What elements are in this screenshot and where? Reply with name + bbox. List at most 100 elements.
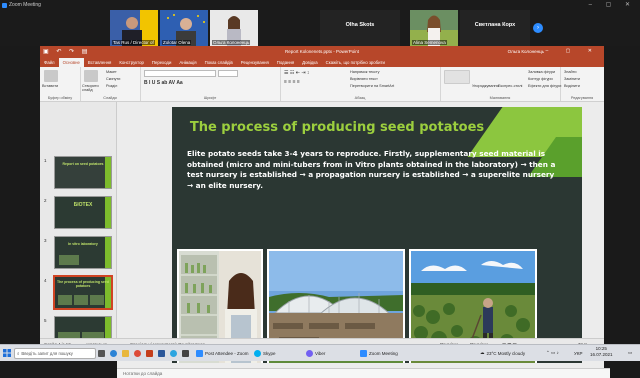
window-controls[interactable]: ‒ ▢ ✕ — [589, 1, 636, 8]
chrome-icon — [134, 349, 141, 357]
title-bar: ▣ ↶ ↷ ▤ Report Kolonenets.pptx - PowerPo… — [40, 46, 604, 58]
taskbar-app-skype[interactable]: Skype — [254, 348, 276, 358]
list-buttons[interactable]: ☰ ☷ ⇤ ⇥ ↕ — [284, 70, 309, 76]
current-slide[interactable]: The process of producing seed potatoes E… — [172, 107, 582, 363]
shape-outline-button[interactable]: Контур фігури — [528, 77, 553, 81]
tab-file[interactable]: Файл — [40, 60, 59, 65]
taskbar-search[interactable]: ⌕ Введіть запит для пошуку — [14, 348, 96, 359]
tab-review[interactable]: Рецензування — [237, 60, 273, 65]
layout-button[interactable]: Макет — [106, 70, 117, 74]
align-buttons[interactable]: ≡ ≡ ≡ ≡ — [284, 79, 300, 85]
slide-thumbnail[interactable]: БІОТЕХ — [54, 196, 112, 229]
participant-tile[interactable]: Tas Rus / Director of — [110, 10, 158, 46]
weather-widget[interactable]: ☁ 23°C Mostly cloudy — [480, 348, 525, 358]
replace-button[interactable]: Замінити — [564, 77, 580, 81]
tell-me-search[interactable]: Скажіть, що потрібно зробити — [322, 60, 389, 65]
thumb-number: 1 — [44, 158, 47, 163]
section-button[interactable]: Розділ — [106, 84, 117, 88]
group-label: Малювання — [489, 96, 511, 100]
taskbar-app-viber[interactable]: Viber — [306, 348, 325, 358]
paste-icon[interactable] — [44, 70, 58, 82]
select-button[interactable]: Виділити — [564, 84, 580, 88]
taskbar-app-zoom-meeting[interactable]: Zoom Meeting — [360, 348, 398, 358]
task-view-button[interactable] — [98, 348, 105, 358]
arrange-button[interactable]: Упорядкування — [472, 84, 499, 88]
slide-thumbnail[interactable]: Report on seed potatoes — [54, 156, 112, 189]
slide-body-text[interactable]: Elite potato seeds take 3-4 years to rep… — [187, 149, 557, 191]
tab-insert[interactable]: Вставлення — [84, 60, 115, 65]
next-participants-button[interactable]: › — [533, 23, 543, 33]
tab-help[interactable]: Довідка — [298, 60, 321, 65]
thumb-number: 5 — [44, 318, 47, 323]
word-icon — [158, 349, 165, 357]
smartart-button[interactable]: Перетворити на SmartArt — [350, 84, 394, 88]
taskbar-store[interactable] — [182, 348, 189, 358]
participant-tile[interactable]: Olha Skots — [320, 10, 400, 46]
participant-tile[interactable]: Ольга Колоненць — [210, 10, 258, 46]
find-button[interactable]: Знайти — [564, 70, 576, 74]
align-text-button[interactable]: Вирівняти текст — [350, 77, 378, 81]
participant-display-name: Olha Skots — [345, 22, 375, 28]
taskbar-chrome[interactable] — [134, 348, 141, 358]
drawing-group: Упорядкування Експрес-стилі Заливка фігу… — [440, 67, 561, 101]
tab-home[interactable]: Основне — [58, 58, 84, 67]
font-group: B I U S ab AV Aa Шрифт — [140, 67, 281, 101]
store-icon — [182, 349, 189, 357]
taskbar-explorer[interactable] — [122, 348, 129, 358]
notes-pane[interactable]: Нотатки до слайда — [117, 368, 610, 378]
text-direction-button[interactable]: Напрямок тексту — [350, 70, 380, 74]
slide-thumbnail-selected[interactable]: The process of producing seed potatoes — [53, 275, 113, 310]
taskbar-word[interactable] — [158, 348, 165, 358]
participant-tile[interactable]: Alina Semenova — [410, 10, 458, 46]
viber-icon — [306, 349, 313, 357]
taskbar-powerpoint[interactable] — [146, 348, 153, 358]
font-name-select[interactable] — [144, 70, 216, 77]
shape-fill-button[interactable]: Заливка фігури — [528, 70, 555, 74]
tray-icons[interactable]: ⌃ ▭ ♪ — [546, 348, 559, 358]
participant-name: Zolotar Olena — [162, 40, 192, 45]
thumb-number: 3 — [44, 238, 47, 243]
notification-icon: ▭ — [628, 350, 633, 355]
quick-styles-button[interactable]: Експрес-стилі — [498, 84, 522, 88]
taskbar-telegram[interactable] — [170, 348, 177, 358]
tab-view[interactable]: Подання — [273, 60, 298, 65]
thumb-number: 4 — [44, 278, 47, 283]
group-label: Редагування — [570, 96, 594, 100]
clipboard-group: Вставити Буфер обміну — [40, 67, 81, 101]
window-controls[interactable]: ‒ ▢ ✕ — [546, 48, 600, 54]
ribbon: Вставити Буфер обміну Створити слайд Мак… — [40, 67, 604, 102]
slide-thumbnail[interactable]: In vitro laboratory — [54, 236, 112, 269]
shapes-gallery[interactable] — [444, 70, 470, 84]
group-label: Слайди — [103, 96, 117, 100]
tab-transitions[interactable]: Переходи — [148, 60, 175, 65]
tab-slideshow[interactable]: Показ слайдів — [201, 60, 237, 65]
user-name[interactable]: Ольга Колоненць — [508, 49, 544, 54]
shape-effects-button[interactable]: Ефекти для фігури — [528, 84, 561, 88]
participant-name: Tas Rus / Director of — [112, 40, 155, 45]
task-view-icon — [98, 349, 105, 357]
slide-title[interactable]: The process of producing seed potatoes — [172, 120, 502, 135]
participant-display-name: Светлана Корх — [474, 22, 516, 28]
zoom-icon — [196, 349, 203, 357]
clock[interactable]: 10:25 16.07.2021 — [590, 346, 613, 357]
start-button[interactable] — [3, 348, 11, 358]
participant-tile[interactable]: Zolotar Olena — [160, 10, 208, 46]
tab-animations[interactable]: Анімація — [175, 60, 200, 65]
thumb-photo — [90, 295, 104, 305]
windows-icon — [3, 349, 11, 357]
taskbar-edge[interactable] — [110, 348, 117, 358]
group-label: Абзац — [354, 96, 366, 100]
participant-tile[interactable]: Светлана Корх — [460, 10, 530, 46]
font-formatting-buttons[interactable]: B I U S ab AV Aa — [144, 80, 183, 86]
paste-button[interactable]: Вставити — [42, 84, 58, 88]
taskbar-app-zoom-attendee[interactable]: Post Attendee - Zoom — [196, 348, 249, 358]
font-size-select[interactable] — [218, 70, 238, 77]
new-slide-button[interactable]: Створити слайд — [82, 84, 102, 92]
input-language[interactable]: УКР — [574, 348, 582, 358]
notifications-button[interactable]: ▭ — [628, 348, 632, 358]
new-slide-icon[interactable] — [84, 70, 98, 82]
app-label: Post Attendee - Zoom — [205, 350, 249, 356]
app-label: Viber — [315, 350, 326, 356]
tab-design[interactable]: Конструктор — [115, 60, 148, 65]
reset-button[interactable]: Скинути — [106, 77, 120, 81]
